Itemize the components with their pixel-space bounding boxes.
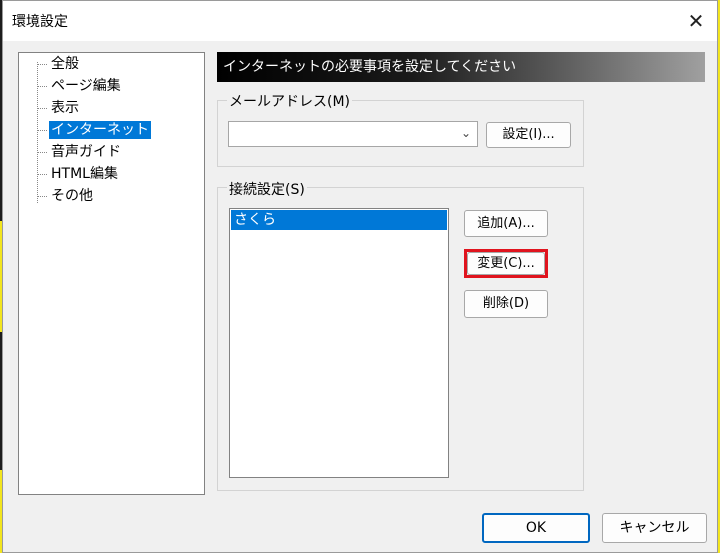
- close-icon[interactable]: ✕: [683, 8, 709, 34]
- tree-connector: [37, 62, 39, 203]
- cancel-button[interactable]: キャンセル: [602, 513, 707, 543]
- tree-connector: [37, 174, 47, 175]
- add-button[interactable]: 追加(A)...: [464, 210, 548, 237]
- delete-button[interactable]: 削除(D): [464, 290, 548, 318]
- connection-group-label: 接続設定(S): [227, 179, 307, 199]
- tree-item-page-edit[interactable]: ページ編集: [49, 77, 123, 95]
- tree-connector: [37, 108, 47, 109]
- window-title: 環境設定: [12, 14, 68, 30]
- title-bar: 環境設定 ✕: [3, 1, 717, 41]
- tree-item-html-edit[interactable]: HTML編集: [49, 165, 120, 183]
- tree-connector: [37, 86, 47, 87]
- tree-connector: [37, 196, 47, 197]
- preferences-dialog: 環境設定 ✕ 全般 ページ編集 表示 インターネット 音声ガイド HTML編集 …: [2, 0, 718, 553]
- category-tree[interactable]: 全般 ページ編集 表示 インターネット 音声ガイド HTML編集 その他: [18, 52, 205, 495]
- tree-item-voice-guide[interactable]: 音声ガイド: [49, 143, 123, 161]
- mail-address-combobox[interactable]: ⌄: [228, 121, 478, 147]
- chevron-down-icon[interactable]: ⌄: [461, 126, 471, 140]
- tree-connector: [37, 130, 47, 131]
- tree-connector: [37, 152, 47, 153]
- tree-item-general[interactable]: 全般: [49, 55, 81, 73]
- tree-item-other[interactable]: その他: [49, 187, 95, 205]
- tree-item-internet[interactable]: インターネット: [49, 121, 151, 139]
- mail-group-label: メールアドレス(M): [227, 91, 353, 111]
- ok-button[interactable]: OK: [482, 513, 590, 543]
- connection-list[interactable]: さくら: [229, 208, 449, 478]
- section-banner: インターネットの必要事項を設定してください: [217, 52, 705, 82]
- tree-item-display[interactable]: 表示: [49, 99, 81, 117]
- change-button-highlight: [464, 249, 548, 278]
- list-item[interactable]: さくら: [231, 210, 447, 230]
- mail-settings-button[interactable]: 設定(I)...: [486, 122, 571, 148]
- tree-connector: [37, 64, 47, 65]
